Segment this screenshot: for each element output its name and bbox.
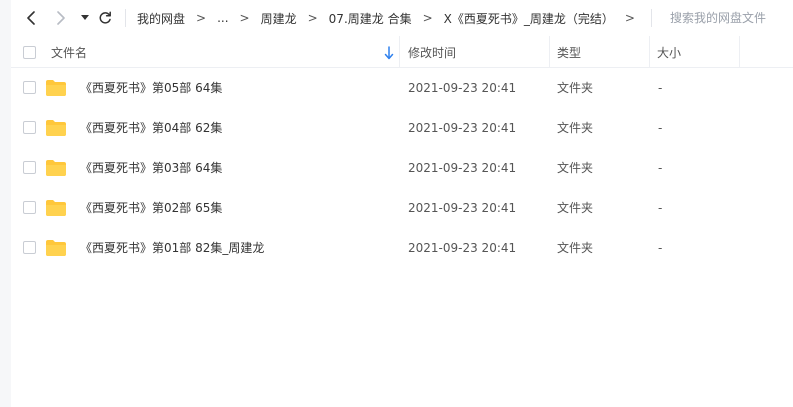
history-dropdown-button[interactable] <box>75 8 95 28</box>
chevron-right-icon <box>57 11 65 25</box>
file-name[interactable]: 《西夏死书》第05部 64集 <box>80 68 222 108</box>
breadcrumb-item-author[interactable]: 周建龙 <box>261 10 297 27</box>
breadcrumb-separator: > <box>196 11 207 25</box>
toolbar-divider <box>125 9 126 27</box>
column-header-mtime[interactable]: 修改时间 <box>408 36 456 68</box>
folder-icon <box>46 240 66 256</box>
breadcrumb-separator: > <box>422 11 433 25</box>
file-size: - <box>658 121 663 135</box>
down-arrow-icon[interactable] <box>384 46 394 60</box>
column-header-mtime-label: 修改时间 <box>408 45 457 60</box>
refresh-button[interactable] <box>95 8 115 28</box>
search-box[interactable] <box>670 7 793 29</box>
chevron-left-icon <box>27 11 35 25</box>
row-checkbox[interactable] <box>23 241 36 254</box>
folder-icon <box>46 200 66 216</box>
forward-button[interactable] <box>51 8 71 28</box>
file-list: 《西夏死书》第05部 64集 2021-09-23 20:41 文件夹 - 《西… <box>11 68 793 268</box>
left-rail <box>0 0 11 407</box>
refresh-icon <box>99 11 111 24</box>
toolbar: 我的网盘 > ... > 周建龙 > 07.周建龙 合集 > X《西夏死书》_周… <box>11 0 793 36</box>
column-divider[interactable] <box>649 36 650 68</box>
breadcrumb: 我的网盘 > ... > 周建龙 > 07.周建龙 合集 > X《西夏死书》_周… <box>137 0 646 36</box>
breadcrumb-item-current[interactable]: X《西夏死书》_周建龙（完结） <box>444 10 614 27</box>
row-checkbox[interactable] <box>23 201 36 214</box>
file-size: - <box>658 161 663 175</box>
column-header-size[interactable]: 大小 <box>657 36 681 68</box>
file-mtime: 2021-09-23 20:41 <box>408 121 517 135</box>
breadcrumb-trailing-separator[interactable]: > <box>614 11 646 25</box>
table-row[interactable]: 《西夏死书》第05部 64集 2021-09-23 20:41 文件夹 - <box>11 68 793 108</box>
column-header-size-label: 大小 <box>657 45 682 60</box>
breadcrumb-separator: > <box>239 11 250 25</box>
column-divider[interactable] <box>399 36 400 68</box>
row-checkbox[interactable] <box>23 121 36 134</box>
select-all-checkbox[interactable] <box>23 45 36 59</box>
search-input[interactable] <box>670 11 790 25</box>
file-type: 文件夹 <box>557 81 594 95</box>
file-name[interactable]: 《西夏死书》第01部 82集_周建龙 <box>80 228 264 268</box>
file-size: - <box>658 241 663 255</box>
file-size: - <box>658 201 663 215</box>
column-header-type[interactable]: 类型 <box>557 36 581 68</box>
column-divider[interactable] <box>739 36 740 68</box>
caret-down-icon <box>81 15 89 20</box>
file-type: 文件夹 <box>557 161 594 175</box>
breadcrumb-item-collection[interactable]: 07.周建龙 合集 <box>329 10 412 27</box>
column-header-name[interactable]: 文件名 <box>51 36 87 68</box>
folder-icon <box>46 120 66 136</box>
file-mtime: 2021-09-23 20:41 <box>408 161 517 175</box>
breadcrumb-separator: > <box>307 11 318 25</box>
file-type: 文件夹 <box>557 201 594 215</box>
file-size: - <box>658 81 663 95</box>
select-all-cell <box>23 36 36 68</box>
column-header-type-label: 类型 <box>557 45 582 60</box>
column-divider[interactable] <box>549 36 550 68</box>
file-name[interactable]: 《西夏死书》第03部 64集 <box>80 148 222 188</box>
file-mtime: 2021-09-23 20:41 <box>408 241 517 255</box>
breadcrumb-item-root[interactable]: 我的网盘 <box>137 10 185 27</box>
column-header-name-label: 文件名 <box>51 45 88 60</box>
table-header: 文件名 修改时间 类型 大小 <box>11 36 793 68</box>
folder-icon <box>46 80 66 96</box>
search-divider <box>651 9 652 27</box>
row-checkbox[interactable] <box>23 161 36 174</box>
file-type: 文件夹 <box>557 241 594 255</box>
file-type: 文件夹 <box>557 121 594 135</box>
back-button[interactable] <box>21 8 41 28</box>
table-row[interactable]: 《西夏死书》第03部 64集 2021-09-23 20:41 文件夹 - <box>11 148 793 188</box>
file-name[interactable]: 《西夏死书》第04部 62集 <box>80 108 222 148</box>
table-row[interactable]: 《西夏死书》第01部 82集_周建龙 2021-09-23 20:41 文件夹 … <box>11 228 793 268</box>
table-row[interactable]: 《西夏死书》第04部 62集 2021-09-23 20:41 文件夹 - <box>11 108 793 148</box>
file-mtime: 2021-09-23 20:41 <box>408 201 517 215</box>
folder-icon <box>46 160 66 176</box>
table-row[interactable]: 《西夏死书》第02部 65集 2021-09-23 20:41 文件夹 - <box>11 188 793 228</box>
row-checkbox[interactable] <box>23 81 36 94</box>
breadcrumb-item-ellipsis[interactable]: ... <box>217 11 228 25</box>
file-name[interactable]: 《西夏死书》第02部 65集 <box>80 188 222 228</box>
file-mtime: 2021-09-23 20:41 <box>408 81 517 95</box>
